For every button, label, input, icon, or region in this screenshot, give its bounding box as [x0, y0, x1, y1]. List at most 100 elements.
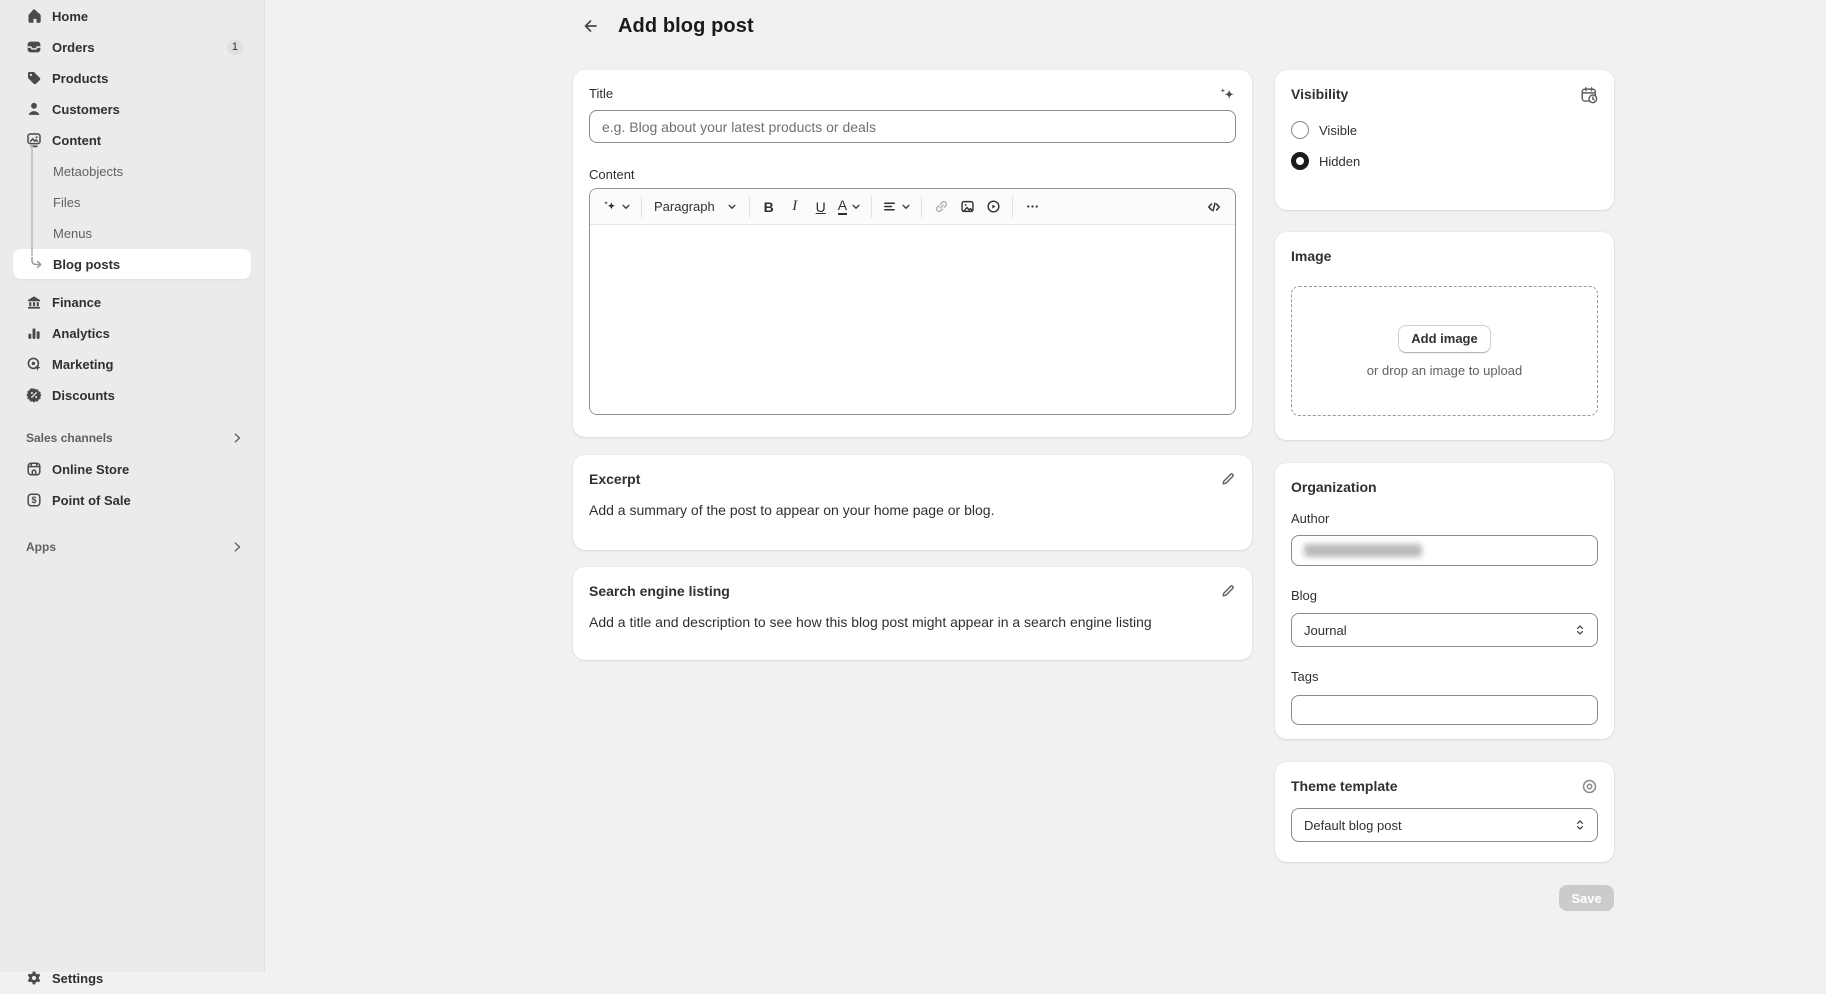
sidebar-item-finance[interactable]: Finance: [13, 287, 251, 317]
sidebar-item-analytics[interactable]: Analytics: [13, 318, 251, 348]
underline-button[interactable]: U: [808, 194, 834, 220]
right-column: Visibility Visible Hidden Image Add imag…: [1275, 70, 1614, 911]
tags-label: Tags: [1291, 669, 1598, 684]
organization-heading: Organization: [1291, 479, 1377, 495]
title-content-card: Title Content: [573, 70, 1252, 437]
radio-selected: [1291, 152, 1309, 170]
code-view-button[interactable]: [1201, 194, 1227, 220]
sidebar-item-discounts[interactable]: Discounts: [13, 380, 251, 410]
alignment-dropdown[interactable]: [878, 194, 915, 220]
back-button[interactable]: [576, 12, 604, 40]
sidebar-item-label: Files: [53, 195, 80, 210]
chevron-right-icon: [231, 541, 243, 553]
code-icon: [1206, 199, 1222, 215]
more-options-button[interactable]: [1019, 194, 1045, 220]
seo-heading: Search engine listing: [589, 583, 730, 599]
sidebar-item-label: Online Store: [52, 462, 129, 477]
customers-icon: [26, 101, 42, 117]
add-image-button[interactable]: Add image: [1398, 325, 1490, 353]
chevron-right-icon: [231, 432, 243, 444]
paragraph-style-dropdown[interactable]: Paragraph: [648, 194, 743, 220]
ellipsis-icon: [1025, 199, 1040, 214]
ai-assistant-button[interactable]: [598, 194, 635, 220]
bold-button[interactable]: B: [756, 194, 782, 220]
preview-theme-button[interactable]: [1581, 778, 1598, 795]
sidebar-item-point-of-sale[interactable]: $ Point of Sale: [13, 485, 251, 515]
blog-select-value: Journal: [1304, 623, 1347, 638]
view-icon: [1581, 778, 1598, 795]
insert-link-button[interactable]: [928, 194, 954, 220]
image-card: Image Add image or drop an image to uplo…: [1275, 232, 1614, 440]
tags-input[interactable]: [1291, 695, 1598, 725]
sidebar-item-label: Blog posts: [53, 257, 120, 272]
text-color-button[interactable]: A: [834, 194, 865, 220]
visibility-option-visible[interactable]: Visible: [1291, 121, 1598, 139]
sidebar-item-content[interactable]: Content: [13, 125, 251, 155]
schedule-visibility-button[interactable]: [1580, 86, 1598, 104]
sidebar-item-blog-posts[interactable]: Blog posts: [13, 249, 251, 279]
sidebar-item-label: Point of Sale: [52, 493, 131, 508]
image-dropzone[interactable]: Add image or drop an image to upload: [1291, 286, 1598, 416]
image-heading: Image: [1291, 248, 1331, 264]
sidebar-item-menus[interactable]: Menus: [13, 218, 251, 248]
image-icon: [960, 199, 975, 214]
page-header: Add blog post: [576, 12, 754, 40]
point-of-sale-icon: $: [26, 492, 42, 508]
sidebar-item-label: Orders: [52, 40, 95, 55]
sidebar-item-marketing[interactable]: Marketing: [13, 349, 251, 379]
blog-select[interactable]: Journal: [1291, 613, 1598, 647]
select-updown-icon: [1573, 623, 1587, 637]
italic-button[interactable]: I: [782, 194, 808, 220]
toolbar-divider: [871, 196, 872, 218]
search-engine-listing-card: Search engine listing Add a title and de…: [573, 567, 1252, 660]
sidebar-item-home[interactable]: Home: [13, 1, 251, 31]
author-label: Author: [1291, 511, 1598, 526]
sidebar-item-customers[interactable]: Customers: [13, 94, 251, 124]
sidebar-item-label: Marketing: [52, 357, 113, 372]
calendar-clock-icon: [1580, 86, 1598, 104]
align-left-icon: [882, 199, 897, 214]
sidebar-item-metaobjects[interactable]: Metaobjects: [13, 156, 251, 186]
content-label: Content: [589, 167, 1236, 182]
analytics-bars-icon: [26, 325, 42, 341]
sales-channels-header[interactable]: Sales channels: [13, 423, 251, 453]
chevron-down-icon: [851, 202, 861, 212]
visibility-heading: Visibility: [1291, 86, 1348, 102]
sidebar-item-settings[interactable]: Settings: [13, 963, 251, 993]
sidebar-item-label: Content: [52, 133, 101, 148]
title-input[interactable]: [589, 110, 1236, 143]
sidebar-item-label: Products: [52, 71, 108, 86]
sidebar-item-products[interactable]: Products: [13, 63, 251, 93]
insert-video-button[interactable]: [980, 194, 1006, 220]
ai-sparkle-icon: [1218, 86, 1236, 104]
edit-excerpt-button[interactable]: [1220, 471, 1236, 487]
chevron-down-icon: [727, 202, 737, 212]
content-editor-area[interactable]: [590, 225, 1235, 415]
visibility-option-hidden[interactable]: Hidden: [1291, 152, 1598, 170]
sidebar-item-label: Finance: [52, 295, 101, 310]
theme-template-select[interactable]: Default blog post: [1291, 808, 1598, 842]
discounts-badge-icon: [26, 387, 42, 403]
ai-sparkle-icon: [602, 199, 617, 214]
save-row: Save: [1275, 885, 1614, 911]
blog-label: Blog: [1291, 588, 1598, 603]
products-tag-icon: [26, 70, 42, 86]
editor-toolbar: Paragraph B I U A: [590, 189, 1235, 225]
insert-image-button[interactable]: [954, 194, 980, 220]
apps-header[interactable]: Apps: [13, 532, 251, 562]
edit-seo-button[interactable]: [1220, 583, 1236, 599]
excerpt-card: Excerpt Add a summary of the post to app…: [573, 455, 1252, 550]
page-title: Add blog post: [618, 15, 754, 38]
finance-bank-icon: [26, 294, 42, 310]
save-button[interactable]: Save: [1559, 885, 1614, 911]
sidebar-item-online-store[interactable]: Online Store: [13, 454, 251, 484]
sidebar-item-orders[interactable]: Orders 1: [13, 32, 251, 62]
pencil-icon: [1220, 583, 1236, 599]
sidebar-item-label: Metaobjects: [53, 164, 123, 179]
sidebar: Home Orders 1 Products Customers Content…: [0, 0, 265, 972]
toolbar-divider: [1012, 196, 1013, 218]
ai-generate-title-button[interactable]: [1218, 86, 1236, 104]
author-input[interactable]: [1291, 535, 1598, 566]
sidebar-item-files[interactable]: Files: [13, 187, 251, 217]
sidebar-item-label: Analytics: [52, 326, 110, 341]
